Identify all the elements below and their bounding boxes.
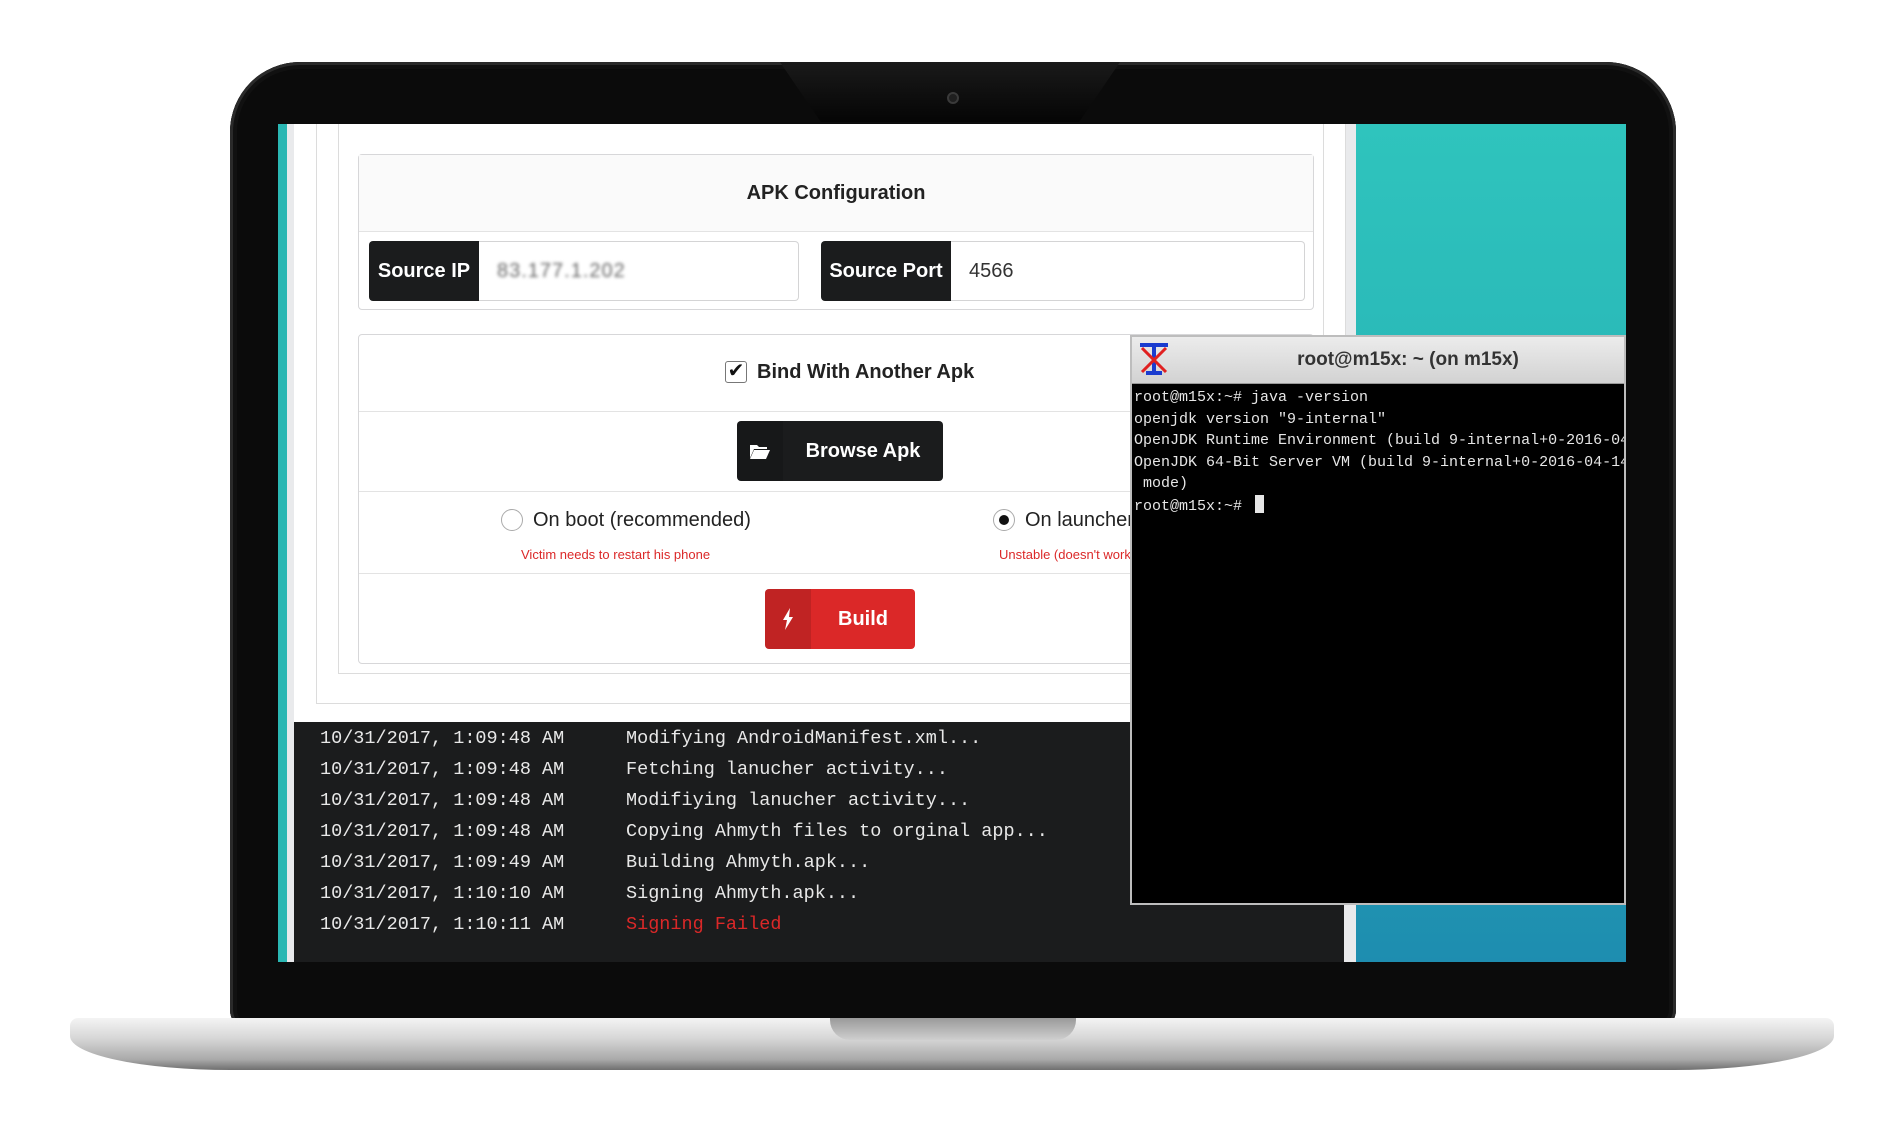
browse-apk-button[interactable]: Browse Apk [737, 421, 943, 481]
log-message: Building Ahmyth.apk... [626, 852, 871, 873]
log-message: Modifiying lanucher activity... [626, 790, 971, 811]
webcam-icon [947, 92, 959, 104]
log-timestamp: 10/31/2017, 1:09:49 AM [320, 852, 565, 873]
log-timestamp: 10/31/2017, 1:09:48 AM [320, 821, 565, 842]
bind-apk-label: Bind With Another Apk [757, 361, 975, 383]
log-timestamp: 10/31/2017, 1:09:48 AM [320, 790, 565, 811]
terminal-prompt-line: root@m15x:~# [1134, 494, 1624, 518]
terminal-title: root@m15x: ~ (on m15x) [1297, 349, 1519, 370]
source-ip-value: 83.177.1.202 [497, 259, 626, 282]
bind-apk-checkbox[interactable]: ✔ [725, 361, 747, 383]
teal-sidebar-edge [278, 124, 287, 962]
terminal-line: root@m15x:~# java -version [1134, 389, 1369, 406]
lightning-bolt-icon [765, 589, 811, 649]
apk-configuration-title: APK Configuration [359, 155, 1313, 232]
on-boot-label: On boot (recommended) [533, 509, 751, 531]
log-timestamp: 10/31/2017, 1:10:11 AM [320, 914, 565, 935]
terminal-prompt: root@m15x:~# [1134, 497, 1252, 515]
log-message-error: Signing Failed [626, 914, 782, 935]
build-label: Build [838, 607, 888, 630]
terminal-line: OpenJDK Runtime Environment (build 9-int… [1134, 432, 1624, 449]
terminal-line: OpenJDK 64-Bit Server VM (build 9-intern… [1134, 453, 1624, 471]
log-message: Copying Ahmyth files to orginal app... [626, 821, 1048, 842]
terminal-line: openjdk version "9-internal" [1134, 410, 1387, 428]
source-port-value: 4566 [969, 259, 1014, 282]
xterm-logo-icon [1138, 342, 1170, 381]
apk-configuration-card: APK Configuration Source IP 83.177.1.202… [358, 154, 1314, 310]
terminal-cursor [1255, 494, 1265, 513]
on-launcher-radio[interactable] [993, 509, 1015, 531]
terminal-output[interactable]: root@m15x:~# java -version openjdk versio… [1134, 387, 1624, 517]
terminal-titlebar[interactable]: root@m15x: ~ (on m15x) [1132, 337, 1624, 384]
laptop-base-groove [830, 1018, 1076, 1040]
folder-open-icon [737, 421, 783, 481]
log-message: Fetching lanucher activity... [626, 759, 948, 780]
log-timestamp: 10/31/2017, 1:09:48 AM [320, 759, 565, 780]
build-button[interactable]: Build [765, 589, 915, 649]
terminal-window[interactable]: root@m15x: ~ (on m15x) root@m15x:~# java… [1130, 335, 1626, 905]
browse-apk-label: Browse Apk [805, 439, 921, 462]
on-boot-note: Victim needs to restart his phone [521, 547, 711, 562]
log-timestamp: 10/31/2017, 1:10:10 AM [320, 883, 565, 904]
source-port-input[interactable]: 4566 [951, 241, 1305, 301]
source-port-label: Source Port [821, 241, 951, 301]
on-boot-radio[interactable] [501, 509, 523, 531]
source-ip-label: Source IP [369, 241, 479, 301]
log-message: Signing Ahmyth.apk... [626, 883, 860, 904]
log-message: Modifying AndroidManifest.xml... [626, 728, 982, 749]
source-ip-input[interactable]: 83.177.1.202 [479, 241, 799, 301]
log-timestamp: 10/31/2017, 1:09:48 AM [320, 728, 565, 749]
terminal-line: mode) [1134, 475, 1189, 492]
